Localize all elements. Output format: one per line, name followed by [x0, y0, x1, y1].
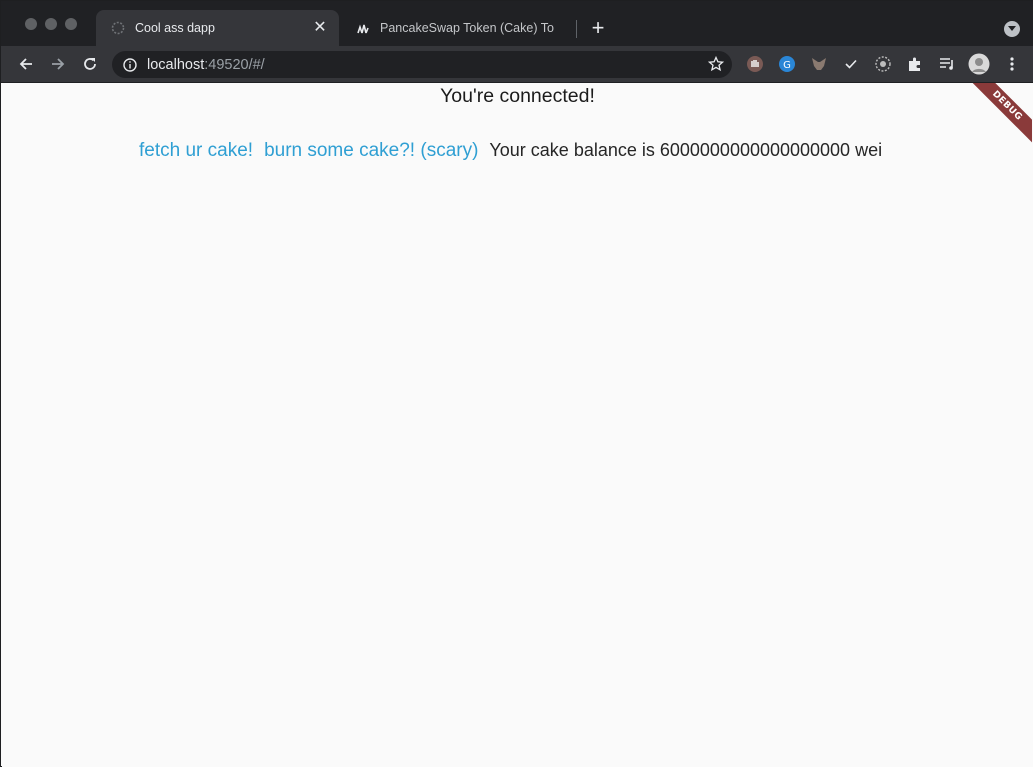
checkmark-icon[interactable]	[841, 54, 861, 74]
new-tab-button[interactable]: +	[587, 17, 609, 40]
spinner-icon	[110, 20, 126, 36]
tab-title: Cool ass dapp	[135, 21, 215, 35]
url-text[interactable]: localhost:49520/#/	[147, 57, 265, 73]
forward-button[interactable]	[48, 54, 68, 74]
page-title: You're connected!	[440, 85, 595, 107]
tab-cool-ass-dapp[interactable]: Cool ass dapp ✕	[96, 10, 339, 46]
browser-window: Cool ass dapp ✕ PancakeSwap Token (Cake)…	[0, 0, 1033, 767]
puzzle-icon[interactable]	[905, 54, 925, 74]
tab-divider	[576, 20, 577, 38]
fetch-cake-button[interactable]: fetch ur cake!	[139, 140, 253, 162]
avatar[interactable]	[968, 53, 990, 75]
hand-icon[interactable]	[745, 54, 765, 74]
url-path: :49520/#/	[204, 56, 265, 73]
info-icon[interactable]	[122, 57, 138, 73]
tab-search-icon[interactable]	[1004, 21, 1020, 37]
reload-button[interactable]	[80, 54, 100, 74]
cake-balance-text: Your cake balance is 6000000000000000000…	[489, 140, 883, 160]
bscscan-icon	[355, 20, 371, 36]
playlist-icon[interactable]	[937, 54, 957, 74]
maximize-window-button[interactable]	[65, 18, 77, 30]
reload-icon	[84, 58, 96, 70]
debug-banner: DEBUG	[962, 83, 1032, 153]
tab-title: PancakeSwap Token (Cake) To	[380, 21, 554, 35]
metamask-icon[interactable]	[809, 54, 829, 74]
minimize-window-button[interactable]	[45, 18, 57, 30]
tab-pancakeswap[interactable]: PancakeSwap Token (Cake) To	[341, 10, 577, 46]
address-bar[interactable]: localhost:49520/#/	[112, 51, 732, 78]
arrow-right-icon	[52, 58, 65, 70]
grammarly-icon[interactable]: G	[777, 54, 797, 74]
burn-cake-button[interactable]: burn some cake?! (scary)	[264, 140, 478, 162]
tab-strip: Cool ass dapp ✕ PancakeSwap Token (Cake)…	[1, 1, 1033, 46]
svg-text:G: G	[783, 60, 791, 71]
actions-row: fetch ur cake! burn some cake?! (scary) …	[139, 140, 882, 162]
page-content: You're connected! fetch ur cake! burn so…	[2, 83, 1033, 767]
star-icon[interactable]	[707, 55, 725, 72]
close-tab-icon[interactable]: ✕	[311, 19, 329, 37]
back-button[interactable]	[16, 54, 36, 74]
debug-banner-label: DEBUG	[962, 83, 1032, 153]
gear-icon[interactable]	[873, 54, 893, 74]
arrow-left-icon	[19, 58, 32, 70]
close-window-button[interactable]	[25, 18, 37, 30]
toolbar: localhost:49520/#/ G	[1, 46, 1033, 83]
menu-icon[interactable]	[1002, 54, 1022, 74]
url-host: localhost	[147, 56, 205, 73]
